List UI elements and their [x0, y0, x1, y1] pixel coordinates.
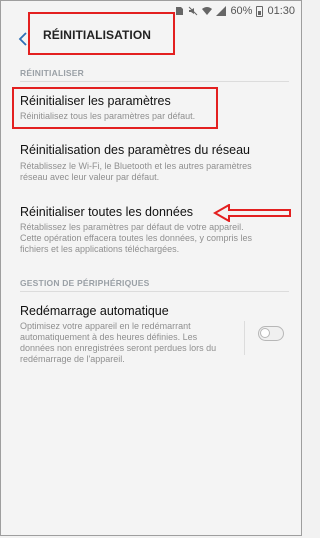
section-divider — [20, 291, 289, 292]
sd-card-icon — [176, 7, 184, 15]
left-arrow-annotation-icon — [213, 204, 291, 222]
auto-restart-desc-1: Optimisez votre appareil en le redémarra… — [20, 321, 191, 331]
auto-restart-toggle[interactable] — [258, 326, 284, 341]
reset-network-title: Réinitialisation des paramètres du résea… — [20, 143, 250, 157]
reset-all-desc-2: Cette opération effacera toutes les donn… — [20, 233, 252, 243]
mute-icon — [189, 6, 198, 16]
page-title: RÉINITIALISATION — [43, 28, 152, 42]
section-divider — [20, 81, 289, 82]
reset-network-desc-1: Rétablissez le Wi-Fi, le Bluetooth et le… — [20, 161, 252, 171]
auto-restart-title: Redémarrage automatique — [20, 304, 169, 318]
screen-frame: 60% 01:30 RÉINITIALISATION RÉINITIALISER… — [0, 0, 302, 536]
reset-all-desc-1: Rétablissez les paramètres par défaut de… — [20, 222, 244, 232]
battery-percent: 60% — [230, 5, 253, 17]
auto-restart-desc-2: automatiquement à des heures définies. L… — [20, 332, 198, 342]
signal-icon — [216, 6, 227, 16]
toggle-separator — [244, 321, 245, 355]
toggle-knob — [260, 328, 270, 338]
section-header-device: GESTION DE PÉRIPHÉRIQUES — [20, 278, 150, 288]
auto-restart-desc-3: données non enregistrées seront perdues … — [20, 343, 217, 353]
status-icons: 60% 01:30 — [174, 5, 295, 17]
clock: 01:30 — [267, 5, 295, 17]
wifi-icon — [202, 7, 213, 15]
reset-network-desc-2: réseau avec leur valeur par défaut. — [20, 172, 160, 182]
auto-restart-desc-4: redémarrage de l'appareil. — [20, 354, 125, 364]
reset-settings-annotation-box — [12, 87, 218, 129]
section-header-reset: RÉINITIALISER — [20, 68, 84, 78]
reset-all-desc-3: fichiers et les applications téléchargée… — [20, 244, 180, 254]
battery-icon — [256, 5, 264, 17]
reset-all-title: Réinitialiser toutes les données — [20, 205, 194, 219]
